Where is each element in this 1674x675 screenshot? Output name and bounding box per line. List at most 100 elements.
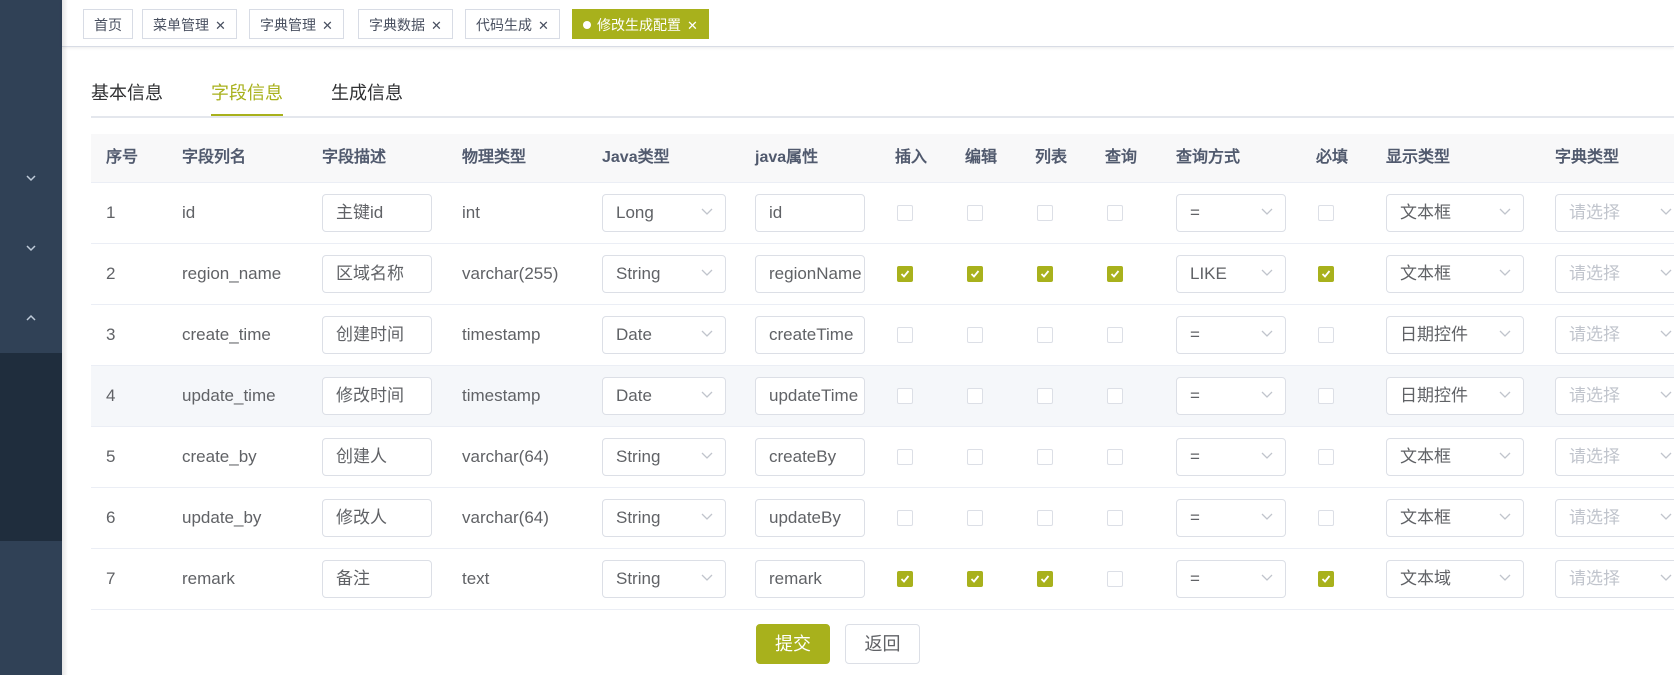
java-property-input[interactable]: regionName — [755, 255, 865, 293]
description-input[interactable]: 主键id — [322, 194, 432, 232]
required-checkbox[interactable] — [1318, 571, 1334, 587]
insert-checkbox[interactable] — [897, 510, 913, 526]
required-checkbox[interactable] — [1318, 205, 1334, 221]
description-input[interactable]: 备注 — [322, 560, 432, 598]
required-checkbox[interactable] — [1318, 327, 1334, 343]
query-checkbox[interactable] — [1107, 327, 1123, 343]
close-icon[interactable]: ✕ — [687, 11, 698, 41]
query-type-select[interactable]: = — [1176, 194, 1286, 232]
list-checkbox[interactable] — [1037, 388, 1053, 404]
tag-label: 修改生成配置 — [597, 17, 681, 33]
query-type-select[interactable]: LIKE — [1176, 255, 1286, 293]
dict-type-select[interactable]: 请选择 — [1555, 316, 1674, 354]
insert-checkbox[interactable] — [897, 205, 913, 221]
insert-checkbox[interactable] — [897, 449, 913, 465]
tag-dict-data[interactable]: 字典数据 ✕ — [358, 9, 453, 39]
edit-checkbox[interactable] — [967, 510, 983, 526]
java-property-input[interactable]: updateBy — [755, 499, 865, 537]
required-checkbox[interactable] — [1318, 449, 1334, 465]
dict-type-select[interactable]: 请选择 — [1555, 255, 1674, 293]
close-icon[interactable]: ✕ — [322, 11, 333, 41]
query-checkbox[interactable] — [1107, 510, 1123, 526]
insert-checkbox[interactable] — [897, 571, 913, 587]
description-input[interactable]: 区域名称 — [322, 255, 432, 293]
query-type-select[interactable]: = — [1176, 499, 1286, 537]
list-checkbox[interactable] — [1037, 327, 1053, 343]
back-button[interactable]: 返回 — [845, 624, 920, 664]
query-checkbox[interactable] — [1107, 388, 1123, 404]
edit-checkbox[interactable] — [967, 571, 983, 587]
tag-dict-management[interactable]: 字典管理 ✕ — [249, 9, 344, 39]
tag-edit-gen-config[interactable]: 修改生成配置 ✕ — [572, 9, 709, 39]
insert-checkbox[interactable] — [897, 388, 913, 404]
list-checkbox[interactable] — [1037, 510, 1053, 526]
edit-checkbox[interactable] — [967, 388, 983, 404]
java-type-select[interactable]: Date — [602, 377, 726, 415]
submit-button[interactable]: 提交 — [756, 624, 830, 664]
tab-basic-info[interactable]: 基本信息 — [91, 80, 163, 114]
description-input[interactable]: 创建人 — [322, 438, 432, 476]
query-checkbox[interactable] — [1107, 205, 1123, 221]
close-icon[interactable]: ✕ — [538, 11, 549, 41]
required-checkbox[interactable] — [1318, 510, 1334, 526]
dict-type-select[interactable]: 请选择 — [1555, 377, 1674, 415]
close-icon[interactable]: ✕ — [215, 11, 226, 41]
query-checkbox[interactable] — [1107, 449, 1123, 465]
display-type-select[interactable]: 文本框 — [1386, 438, 1524, 476]
tab-gen-info[interactable]: 生成信息 — [331, 80, 403, 114]
edit-checkbox[interactable] — [967, 205, 983, 221]
table-header: 序号 字段列名 字段描述 物理类型 Java类型 java属性 插入 编辑 列表… — [91, 134, 1674, 183]
tag-home[interactable]: 首页 — [83, 9, 133, 39]
dict-type-select[interactable]: 请选择 — [1555, 438, 1674, 476]
edit-checkbox[interactable] — [967, 266, 983, 282]
description-input[interactable]: 修改人 — [322, 499, 432, 537]
display-type-select[interactable]: 文本框 — [1386, 194, 1524, 232]
description-input[interactable]: 修改时间 — [322, 377, 432, 415]
query-type-select[interactable]: = — [1176, 560, 1286, 598]
display-type-select[interactable]: 日期控件 — [1386, 316, 1524, 354]
java-type-select[interactable]: String — [602, 499, 726, 537]
tab-field-info[interactable]: 字段信息 — [211, 80, 283, 116]
java-type-select[interactable]: Date — [602, 316, 726, 354]
display-type-select-value: 文本框 — [1400, 508, 1451, 527]
tag-code-gen[interactable]: 代码生成 ✕ — [465, 9, 560, 39]
java-type-select[interactable]: String — [602, 255, 726, 293]
query-type-select[interactable]: = — [1176, 316, 1286, 354]
display-type-select[interactable]: 文本域 — [1386, 560, 1524, 598]
required-checkbox[interactable] — [1318, 266, 1334, 282]
java-property-input[interactable]: updateTime — [755, 377, 865, 415]
display-type-select[interactable]: 日期控件 — [1386, 377, 1524, 415]
list-checkbox[interactable] — [1037, 205, 1053, 221]
tag-menu-management[interactable]: 菜单管理 ✕ — [142, 9, 237, 39]
java-type-select[interactable]: String — [602, 560, 726, 598]
query-type-select[interactable]: = — [1176, 377, 1286, 415]
list-checkbox[interactable] — [1037, 266, 1053, 282]
insert-checkbox[interactable] — [897, 266, 913, 282]
description-input[interactable]: 创建时间 — [322, 316, 432, 354]
close-icon[interactable]: ✕ — [431, 11, 442, 41]
list-checkbox[interactable] — [1037, 449, 1053, 465]
required-checkbox[interactable] — [1318, 388, 1334, 404]
chevron-down-icon[interactable] — [24, 171, 38, 185]
chevron-up-icon[interactable] — [24, 311, 38, 325]
java-type-select[interactable]: Long — [602, 194, 726, 232]
query-type-select[interactable]: = — [1176, 438, 1286, 476]
edit-checkbox[interactable] — [967, 327, 983, 343]
list-checkbox[interactable] — [1037, 571, 1053, 587]
java-type-select[interactable]: String — [602, 438, 726, 476]
java-property-input[interactable]: remark — [755, 560, 865, 598]
insert-checkbox[interactable] — [897, 327, 913, 343]
dict-type-select[interactable]: 请选择 — [1555, 499, 1674, 537]
query-checkbox[interactable] — [1107, 571, 1123, 587]
display-type-select-value: 文本域 — [1400, 569, 1451, 588]
chevron-down-icon[interactable] — [24, 241, 38, 255]
java-property-input[interactable]: createBy — [755, 438, 865, 476]
java-property-input[interactable]: id — [755, 194, 865, 232]
edit-checkbox[interactable] — [967, 449, 983, 465]
query-checkbox[interactable] — [1107, 266, 1123, 282]
dict-type-select[interactable]: 请选择 — [1555, 560, 1674, 598]
java-property-input[interactable]: createTime — [755, 316, 865, 354]
display-type-select[interactable]: 文本框 — [1386, 499, 1524, 537]
display-type-select[interactable]: 文本框 — [1386, 255, 1524, 293]
dict-type-select[interactable]: 请选择 — [1555, 194, 1674, 232]
